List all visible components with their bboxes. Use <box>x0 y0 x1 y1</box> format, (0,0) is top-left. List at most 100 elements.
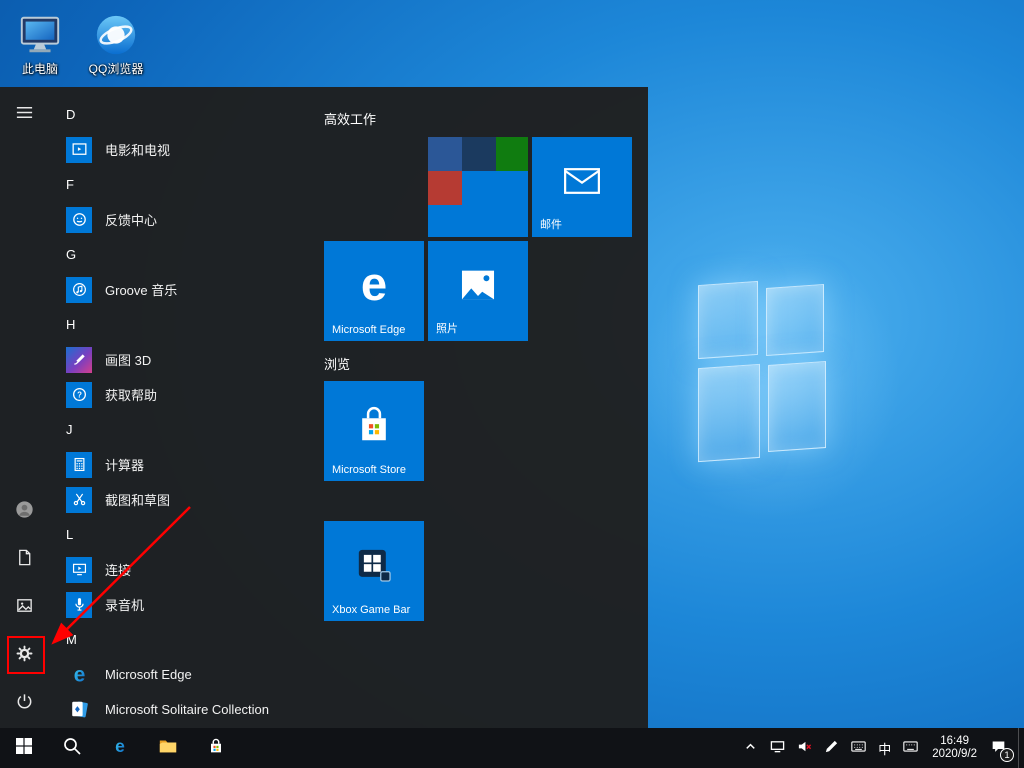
start-tiles: 高效工作 邮件 e Microsof <box>324 87 648 728</box>
app-list-item[interactable]: 连接 <box>48 552 324 587</box>
app-list-item[interactable]: 截图和草图 <box>48 482 324 517</box>
desktop-icon-qq-browser[interactable]: QQ浏览器 <box>78 8 154 77</box>
get-help-icon: ? <box>66 382 92 408</box>
tile-label: Microsoft Edge <box>332 324 405 336</box>
app-list-item[interactable]: ? 获取帮助 <box>48 377 324 412</box>
app-list-section-M[interactable]: M <box>48 622 324 657</box>
start-button[interactable] <box>0 728 48 768</box>
expand-button[interactable] <box>0 91 48 139</box>
tile-microsoft-store[interactable]: Microsoft Store <box>324 381 424 481</box>
section-letter: M <box>66 632 77 647</box>
app-list-item-label: 获取帮助 <box>105 385 157 404</box>
xbox-icon <box>347 538 401 592</box>
voice-recorder-icon <box>66 592 92 618</box>
settings-button[interactable] <box>0 632 48 680</box>
feedback-hub-icon <box>66 207 92 233</box>
app-list-item-label: Groove 音乐 <box>105 280 177 299</box>
pen-icon <box>824 739 839 757</box>
app-list-item-label: 录音机 <box>105 595 144 614</box>
app-list-section-H[interactable]: H <box>48 307 324 342</box>
app-list-section-J[interactable]: J <box>48 412 324 447</box>
tile-xbox-game-bar[interactable]: Xbox Game Bar <box>324 521 424 621</box>
section-letter: L <box>66 527 73 542</box>
show-desktop-button[interactable] <box>1018 728 1024 768</box>
tile-microsoft-edge[interactable]: e Microsoft Edge <box>324 241 424 341</box>
taskbar-file-explorer-button[interactable] <box>144 728 192 768</box>
qq-browser-icon <box>93 12 139 58</box>
app-list-item[interactable]: 录音机 <box>48 587 324 622</box>
app-list-item-label: 计算器 <box>105 455 144 474</box>
app-list-item[interactable]: 反馈中心 <box>48 202 324 237</box>
section-letter: G <box>66 247 76 262</box>
network-icon <box>770 739 785 757</box>
touch-keyboard-button[interactable] <box>845 728 872 768</box>
hamburger-icon <box>15 103 34 127</box>
store-bag-icon <box>206 736 226 761</box>
app-list-item[interactable]: Groove 音乐 <box>48 272 324 307</box>
network-button[interactable] <box>764 728 791 768</box>
power-button[interactable] <box>0 680 48 728</box>
clock-date: 2020/9/2 <box>932 748 977 761</box>
app-list-item[interactable]: 画图 3D <box>48 342 324 377</box>
edge-icon: e <box>66 662 92 688</box>
taskbar-edge-button[interactable]: e <box>96 728 144 768</box>
notification-badge: 1 <box>1000 748 1014 762</box>
store-icon <box>347 398 401 452</box>
ime-keyboard-icon <box>903 739 918 757</box>
start-app-list: D电影和电视F 反馈中心 G Groove 音乐 H画图 3D? 获取帮助 J 计算器截图和草… <box>48 97 324 728</box>
ime-language-button[interactable]: 中 <box>872 728 897 768</box>
app-list-section-D[interactable]: D <box>48 97 324 132</box>
photos-icon <box>451 258 505 312</box>
volume-button[interactable] <box>791 728 818 768</box>
edge-icon: e <box>110 736 130 761</box>
calculator-icon <box>66 452 92 478</box>
clock-time: 16:49 <box>940 735 969 748</box>
document-icon <box>15 548 34 572</box>
connect-icon <box>66 557 92 583</box>
desktop-icon-this-pc[interactable]: 此电脑 <box>2 8 78 77</box>
tile-label: Microsoft Store <box>332 464 406 476</box>
desktop-icons: 此电脑 QQ浏览器 <box>2 8 154 77</box>
screen: 此电脑 QQ浏览器 <box>0 0 1024 768</box>
app-list-item[interactable]: 电影和电视 <box>48 132 324 167</box>
start-menu-rail <box>0 87 48 728</box>
tile-photos[interactable]: 照片 <box>428 241 528 341</box>
app-list-item-label: 截图和草图 <box>105 490 170 509</box>
movies-tv-icon <box>66 137 92 163</box>
taskbar-store-button[interactable] <box>192 728 240 768</box>
taskbar: e <box>0 728 1024 768</box>
start-menu: D电影和电视F 反馈中心 G Groove 音乐 H画图 3D? 获取帮助 J 计算器截图和草… <box>0 87 648 728</box>
tile-office[interactable] <box>428 137 528 237</box>
app-list-item[interactable]: Microsoft Solitaire Collection <box>48 692 324 727</box>
volume-muted-icon <box>797 739 812 757</box>
app-list-section-L[interactable]: L <box>48 517 324 552</box>
app-list-item-label: Microsoft Solitaire Collection <box>105 702 269 717</box>
app-list-section-F[interactable]: F <box>48 167 324 202</box>
tray-overflow-button[interactable] <box>737 728 764 768</box>
section-letter: J <box>66 422 73 437</box>
notification-center-button[interactable]: 1 <box>985 728 1018 768</box>
user-button[interactable] <box>0 488 48 536</box>
documents-button[interactable] <box>0 536 48 584</box>
app-list-item[interactable]: 计算器 <box>48 447 324 482</box>
tile-group-title[interactable]: 浏览 <box>324 354 350 373</box>
solitaire-icon <box>66 697 92 723</box>
tile-group-title[interactable]: 高效工作 <box>324 109 376 128</box>
pen-button[interactable] <box>818 728 845 768</box>
app-list-item[interactable]: eMicrosoft Edge <box>48 657 324 692</box>
desktop-icon-label: QQ浏览器 <box>89 60 144 77</box>
windows-logo-pane <box>766 284 824 356</box>
windows-logo-pane <box>698 281 758 359</box>
tile-label: Xbox Game Bar <box>332 604 410 616</box>
app-list-item-label: 反馈中心 <box>105 210 157 229</box>
pictures-icon <box>15 596 34 620</box>
taskbar-search-button[interactable] <box>48 728 96 768</box>
tile-mail[interactable]: 邮件 <box>532 137 632 237</box>
ime-keyboard-button[interactable] <box>897 728 924 768</box>
edge-icon: e <box>347 258 401 312</box>
app-list-section-G[interactable]: G <box>48 237 324 272</box>
svg-text:e: e <box>73 663 85 686</box>
pictures-button[interactable] <box>0 584 48 632</box>
taskbar-clock[interactable]: 16:49 2020/9/2 <box>924 728 985 768</box>
groove-music-icon <box>66 277 92 303</box>
